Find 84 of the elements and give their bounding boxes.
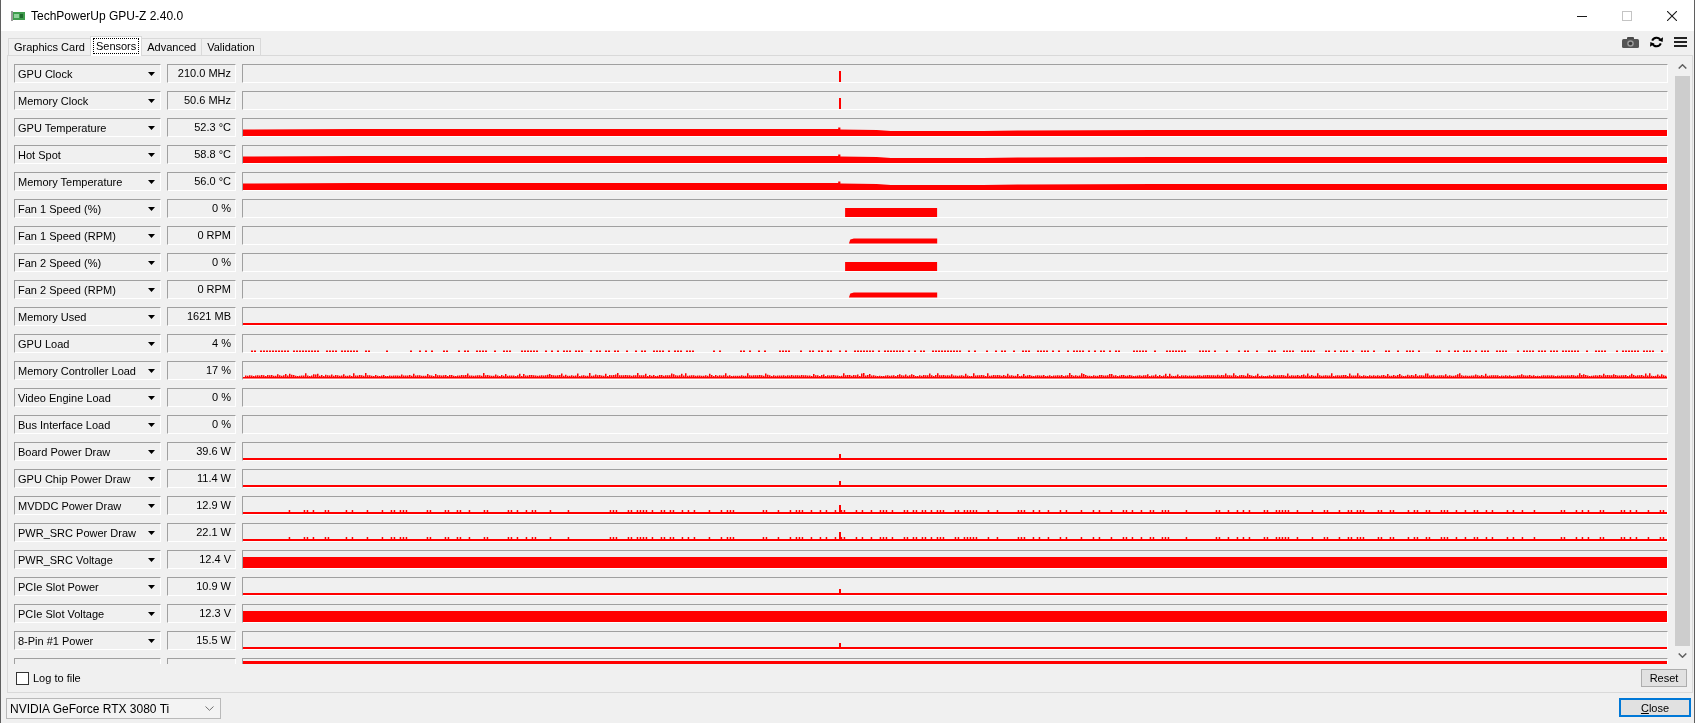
caret-icon bbox=[148, 422, 155, 427]
sensor-value: 0 % bbox=[167, 388, 236, 407]
graphics-card-icon bbox=[11, 10, 25, 21]
sensor-dropdown[interactable]: Hot Spot bbox=[14, 145, 161, 164]
scroll-up-icon[interactable] bbox=[1678, 64, 1687, 69]
caret-icon bbox=[148, 152, 155, 157]
sensor-value: 10.9 W bbox=[167, 577, 236, 596]
sensor-value: 4 % bbox=[167, 334, 236, 353]
caret-icon bbox=[148, 260, 155, 265]
caret-icon bbox=[148, 395, 155, 400]
scroll-down-icon[interactable] bbox=[1678, 653, 1687, 658]
caret-icon bbox=[148, 476, 155, 481]
caret-icon bbox=[148, 233, 155, 238]
sensor-dropdown[interactable]: Memory Controller Load bbox=[14, 361, 161, 380]
sensor-value: 1621 MB bbox=[167, 307, 236, 326]
sensor-dropdown[interactable]: Fan 1 Speed (RPM) bbox=[14, 226, 161, 245]
sensor-value: 56.0 °C bbox=[167, 172, 236, 191]
sensor-dropdown[interactable]: Bus Interface Load bbox=[14, 415, 161, 434]
sensor-value: 0 RPM bbox=[167, 226, 236, 245]
sensor-value: 15.5 W bbox=[167, 631, 236, 650]
sensor-dropdown[interactable]: GPU Temperature bbox=[14, 118, 161, 137]
caret-icon bbox=[148, 449, 155, 454]
caret-icon bbox=[148, 611, 155, 616]
sensor-value: 50.6 MHz bbox=[167, 91, 236, 110]
caret-icon bbox=[148, 530, 155, 535]
sensor-value: 12.3 V bbox=[167, 604, 236, 623]
sensor-dropdown[interactable]: PWR_SRC Voltage bbox=[14, 550, 161, 569]
sensor-value: 12.4 V bbox=[167, 550, 236, 569]
caret-icon bbox=[148, 98, 155, 103]
tab[interactable]: Sensors bbox=[89, 36, 143, 56]
caret-icon bbox=[148, 503, 155, 508]
sensor-dropdown[interactable]: 8-Pin #1 Power bbox=[14, 631, 161, 650]
sensor-value: 12.9 W bbox=[167, 496, 236, 515]
sensor-value: 39.6 W bbox=[167, 442, 236, 461]
caret-icon bbox=[148, 206, 155, 211]
checkbox[interactable] bbox=[16, 671, 29, 685]
sensor-dropdown[interactable]: MVDDC Power Draw bbox=[14, 496, 161, 515]
caret-icon bbox=[148, 287, 155, 292]
tab[interactable]: Validation bbox=[201, 38, 261, 55]
scrollbar-thumb[interactable] bbox=[1675, 76, 1690, 646]
caret-icon bbox=[148, 314, 155, 319]
menu-icon[interactable] bbox=[1674, 37, 1687, 47]
sensor-value: 11.4 W bbox=[167, 469, 236, 488]
sensor-dropdown[interactable]: Fan 1 Speed (%) bbox=[14, 199, 161, 218]
sensor-value: 52.3 °C bbox=[167, 118, 236, 137]
camera-icon[interactable] bbox=[1622, 36, 1639, 48]
tab[interactable]: Graphics Card bbox=[8, 38, 91, 55]
close-icon[interactable] bbox=[1666, 10, 1677, 21]
caret-icon bbox=[148, 584, 155, 589]
sensor-value: 0 % bbox=[167, 415, 236, 434]
sensor-dropdown[interactable]: Board Power Draw bbox=[14, 442, 161, 461]
sensor-dropdown[interactable]: Memory Temperature bbox=[14, 172, 161, 191]
sensor-dropdown[interactable]: GPU Clock bbox=[14, 64, 161, 83]
sensor-value: 17 % bbox=[167, 361, 236, 380]
caret-icon bbox=[148, 179, 155, 184]
sensor-value: 0 % bbox=[167, 199, 236, 218]
sensor-dropdown[interactable]: PCIe Slot Power bbox=[14, 577, 161, 596]
refresh-icon[interactable] bbox=[1650, 36, 1663, 48]
device-dropdown[interactable]: NVIDIA GeForce RTX 3080 Ti bbox=[6, 698, 221, 719]
sensor-dropdown[interactable]: Memory Clock bbox=[14, 91, 161, 110]
caret-icon bbox=[148, 368, 155, 373]
caret-icon bbox=[148, 71, 155, 76]
sensor-dropdown[interactable]: Memory Used bbox=[14, 307, 161, 326]
chevron-down-icon bbox=[205, 706, 214, 711]
sensor-dropdown[interactable]: Video Engine Load bbox=[14, 388, 161, 407]
sensor-value: 0 RPM bbox=[167, 280, 236, 299]
close-button[interactable]: Close bbox=[1619, 698, 1691, 717]
window-title: TechPowerUp GPU-Z 2.40.0 bbox=[31, 8, 184, 23]
sensor-value: 22.1 W bbox=[167, 523, 236, 542]
checkbox-label[interactable]: Log to file bbox=[33, 672, 81, 684]
caret-icon bbox=[148, 125, 155, 130]
caret-icon bbox=[148, 557, 155, 562]
sensor-dropdown[interactable]: PWR_SRC Power Draw bbox=[14, 523, 161, 542]
reset-button[interactable]: Reset bbox=[1641, 669, 1687, 687]
sensor-dropdown[interactable]: Fan 2 Speed (%) bbox=[14, 253, 161, 272]
sensor-dropdown[interactable]: GPU Chip Power Draw bbox=[14, 469, 161, 488]
sensor-value: 58.8 °C bbox=[167, 145, 236, 164]
sensor-dropdown[interactable]: GPU Load bbox=[14, 334, 161, 353]
sensor-value: 210.0 MHz bbox=[167, 64, 236, 83]
sensor-dropdown[interactable]: Fan 2 Speed (RPM) bbox=[14, 280, 161, 299]
sensor-value: 0 % bbox=[167, 253, 236, 272]
sensor-dropdown[interactable]: PCIe Slot Voltage bbox=[14, 604, 161, 623]
caret-icon bbox=[148, 341, 155, 346]
caret-icon bbox=[148, 638, 155, 643]
